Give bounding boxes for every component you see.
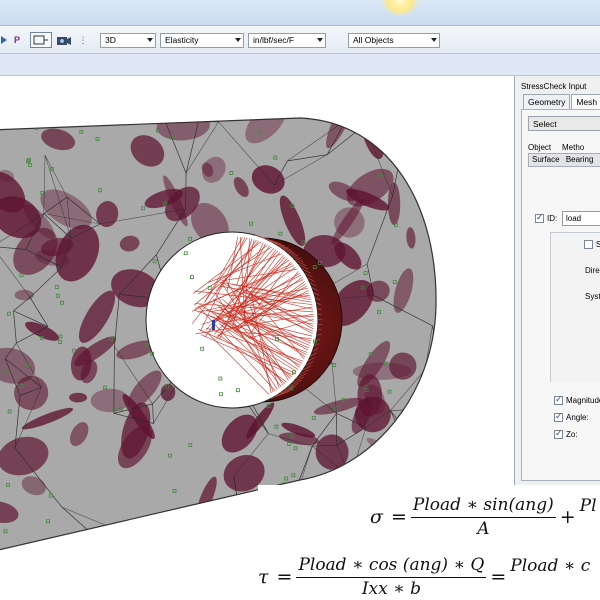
- id-label: ID:: [547, 214, 558, 223]
- object-label: Object: [528, 143, 552, 152]
- secondary-toolbar-strip: [0, 54, 600, 76]
- fraction: Pload ∗ cos (ang) ∗ Q Ixx ∗ b: [296, 555, 487, 599]
- object-value: Surface: [532, 155, 560, 164]
- angle-label: Angle:: [566, 413, 589, 422]
- numerator: Pload ∗ sin(ang): [410, 495, 556, 518]
- window-select-icon[interactable]: [30, 32, 52, 48]
- equals-sign: =: [490, 566, 507, 588]
- analysis-type-combo-value: Elasticity: [165, 35, 199, 45]
- panel-tabs: Geometry Mesh: [523, 94, 600, 109]
- toolbar-separator: ⋮: [78, 34, 88, 45]
- object-filter-combo[interactable]: All Objects: [348, 33, 440, 48]
- dimension-combo[interactable]: 3D: [100, 33, 156, 48]
- zo-checkbox[interactable]: [554, 428, 563, 439]
- window-title-bar: [0, 0, 600, 26]
- magnitude-checkbox[interactable]: [554, 394, 563, 405]
- denominator: Ixx ∗ b: [361, 579, 421, 599]
- arrow-icon[interactable]: [0, 32, 8, 48]
- sigma-symbol: σ: [370, 506, 383, 528]
- s-checkbox[interactable]: [584, 240, 593, 249]
- truncated-term: Pload ∗ c: [510, 556, 591, 576]
- action-select[interactable]: Select: [528, 116, 600, 131]
- formula-overlay: σ = Pload ∗ sin(ang) A + Pl τ = Pload ∗ …: [258, 485, 600, 600]
- method-value: Bearing: [565, 155, 594, 164]
- id-checkbox[interactable]: [535, 212, 544, 223]
- numerator: Pload ∗ cos (ang) ∗ Q: [296, 555, 487, 578]
- direction-label: Direc: [585, 266, 600, 275]
- stresscheck-input-panel: StressCheck Input Geometry Mesh Select O…: [514, 76, 600, 486]
- plus-sign: +: [559, 506, 576, 528]
- tau-symbol: τ: [258, 566, 269, 588]
- camera-icon[interactable]: [56, 32, 72, 48]
- method-label: Metho: [562, 143, 585, 152]
- zo-label: Zo:: [566, 430, 578, 439]
- normal-stress-equation: σ = Pload ∗ sin(ang) A + Pl: [370, 491, 597, 543]
- units-combo[interactable]: in/lbf/sec/F: [248, 33, 326, 48]
- tab-mesh[interactable]: Mesh: [571, 94, 600, 109]
- object-filter-combo-value: All Objects: [353, 35, 394, 45]
- denominator: A: [477, 519, 490, 539]
- dimension-combo-value: 3D: [105, 35, 116, 45]
- tab-geometry[interactable]: Geometry: [523, 94, 571, 109]
- units-combo-value: in/lbf/sec/F: [253, 35, 295, 45]
- s-label: S: [596, 240, 600, 249]
- object-method-list[interactable]: Surface Bearing: [528, 153, 600, 167]
- truncated-term: Pl: [579, 496, 597, 516]
- angle-checkbox[interactable]: [554, 411, 563, 422]
- load-options-box: S Direc Syste: [550, 232, 600, 382]
- magnitude-label: Magnitude: [566, 396, 600, 405]
- toolbar: P ⋮ 3D Elasticity in/lbf/sec/F All Objec…: [0, 26, 600, 54]
- shear-stress-equation: τ = Pload ∗ cos (ang) ∗ Q Ixx ∗ b = Ploa…: [258, 551, 590, 600]
- pointer-p-icon[interactable]: P: [12, 32, 22, 48]
- analysis-type-combo[interactable]: Elasticity: [160, 33, 244, 48]
- system-label: Syste: [585, 292, 600, 301]
- fraction: Pload ∗ sin(ang) A: [410, 495, 556, 539]
- panel-body: Select Object Metho Surface Bearing ID: …: [521, 109, 600, 481]
- equals-sign: =: [276, 566, 293, 588]
- panel-title: StressCheck Input: [521, 82, 587, 91]
- equals-sign: =: [390, 506, 407, 528]
- cursor-highlight: [382, 0, 418, 16]
- id-field[interactable]: load: [562, 211, 600, 226]
- load-origin-marker: [212, 320, 215, 330]
